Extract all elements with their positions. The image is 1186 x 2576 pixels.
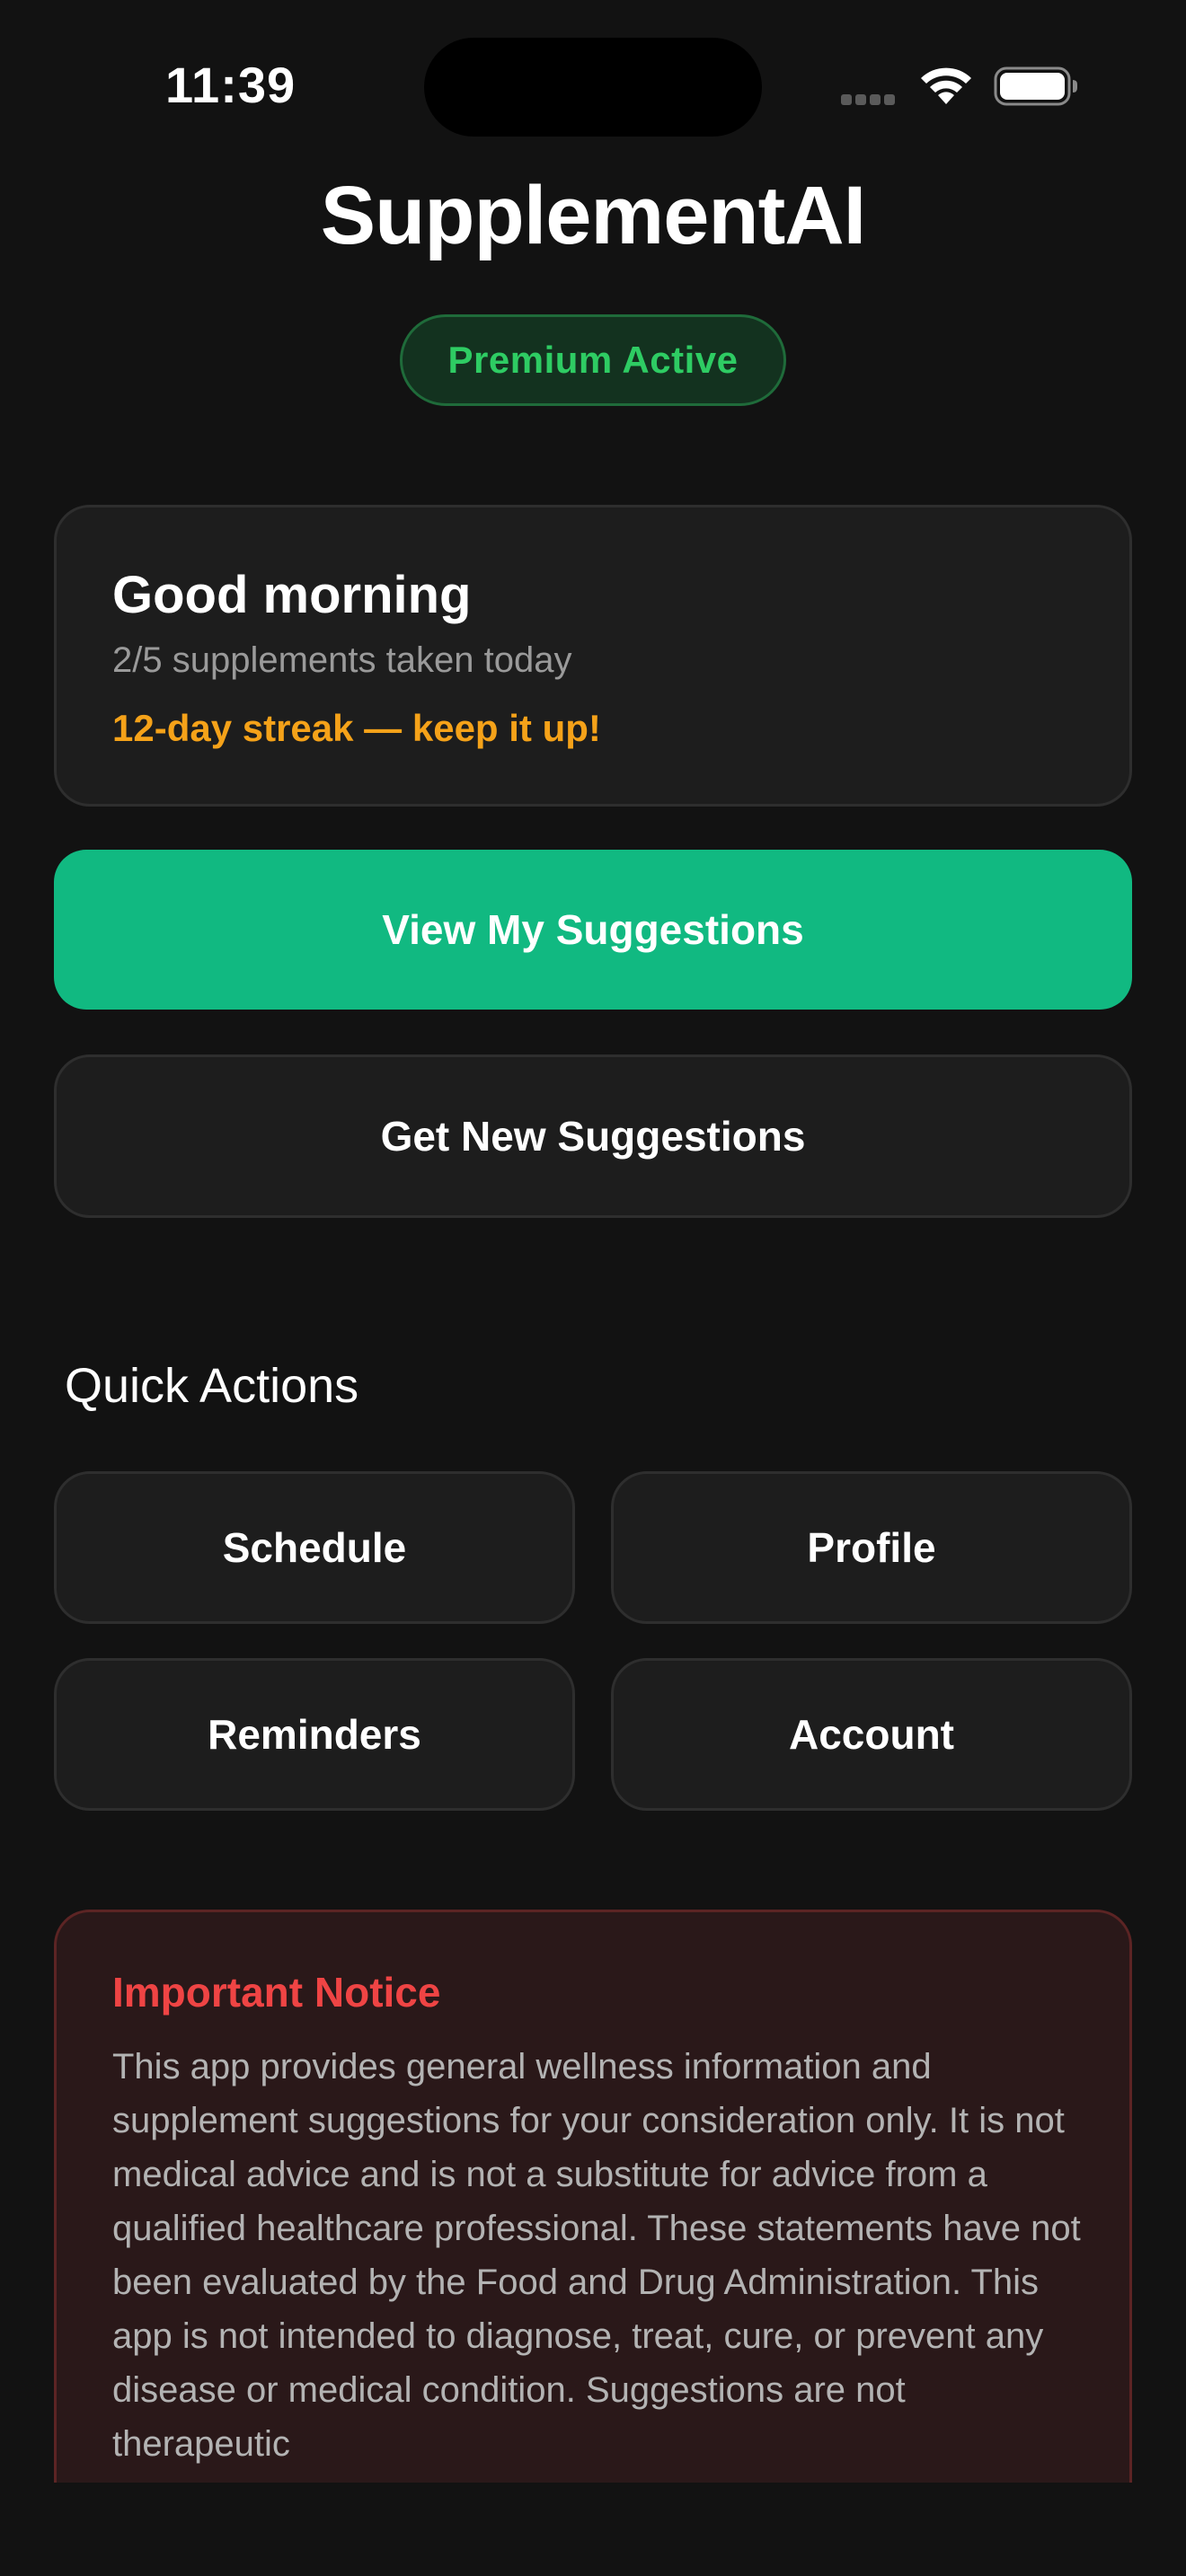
- app-title: SupplementAI: [320, 170, 866, 261]
- notice-body: This app provides general wellness infor…: [112, 2047, 1081, 2464]
- supplement-progress-text: 2/5 supplements taken today: [112, 640, 572, 680]
- premium-status-badge: Premium Active: [400, 314, 786, 406]
- home-screen: 11:39 SupplementAI Premium Active Good m…: [0, 0, 1186, 2576]
- schedule-button[interactable]: Schedule: [54, 1471, 575, 1624]
- wifi-icon: [921, 67, 971, 104]
- greeting-card: Good morning 2/5 supplements taken today…: [54, 505, 1132, 807]
- greeting-title: Good morning: [112, 566, 472, 624]
- status-bar: 11:39: [0, 0, 1186, 171]
- important-notice-card: Important Notice This app provides gener…: [54, 1910, 1132, 2576]
- battery-icon: [994, 66, 1077, 106]
- notice-title: Important Notice: [112, 1969, 441, 2016]
- get-new-suggestions-button[interactable]: Get New Suggestions: [54, 1054, 1132, 1218]
- view-suggestions-button[interactable]: View My Suggestions: [54, 850, 1132, 1010]
- streak-text: 12-day streak — keep it up!: [112, 707, 601, 749]
- quick-actions-heading: Quick Actions: [65, 1359, 359, 1413]
- status-time: 11:39: [165, 57, 296, 113]
- profile-button[interactable]: Profile: [611, 1471, 1132, 1624]
- dynamic-island: [424, 38, 762, 137]
- account-button[interactable]: Account: [611, 1658, 1132, 1811]
- reminders-button[interactable]: Reminders: [54, 1658, 575, 1811]
- signal-dots-icon: [841, 93, 902, 105]
- scroll-clip-area: [0, 2483, 1186, 2576]
